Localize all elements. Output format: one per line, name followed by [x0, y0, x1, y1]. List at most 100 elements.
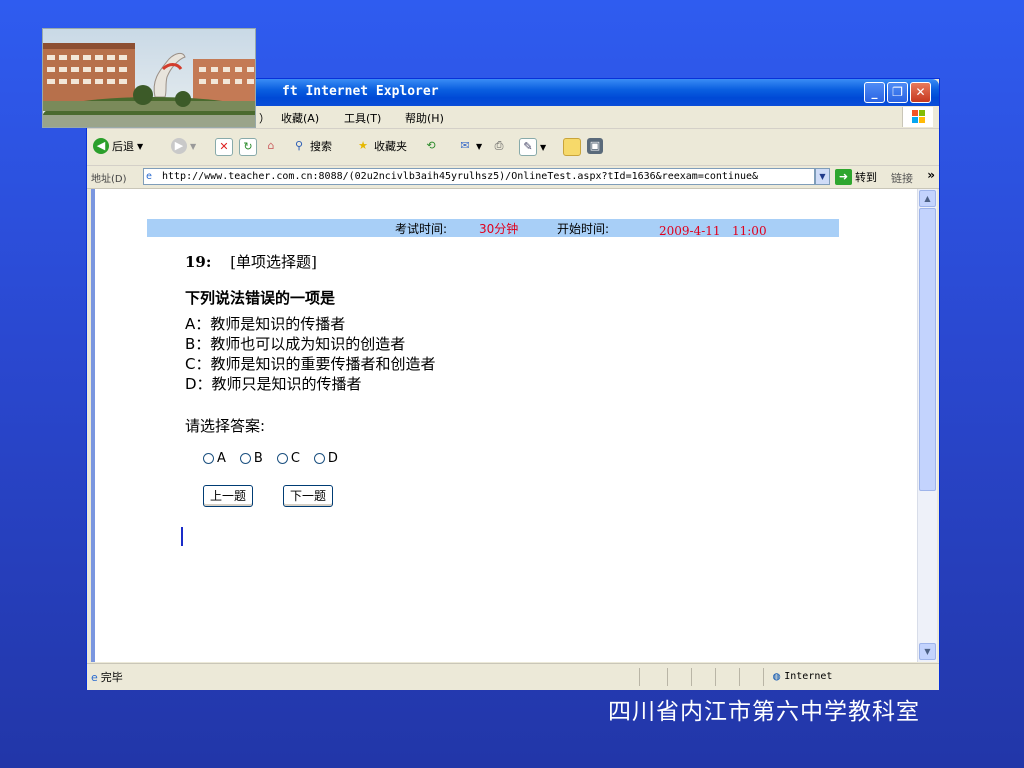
folder-icon — [563, 138, 581, 156]
footer-caption: 四川省内江市第六中学教科室 — [608, 699, 920, 725]
next-question-button[interactable]: 下一题 — [283, 485, 334, 507]
menu-item-view[interactable]: ） — [259, 110, 270, 126]
radio-a-circle-icon[interactable] — [203, 453, 214, 464]
stop-icon: ✕ — [215, 138, 233, 156]
scroll-down-icon[interactable]: ▼ — [919, 643, 936, 660]
search-icon: ⚲ — [294, 139, 304, 152]
page-content: 考试时间: 30分钟 开始时间: 2009-4-11 11:00 19: [单项… — [91, 189, 917, 662]
minimize-button[interactable]: _ — [864, 82, 885, 103]
home-icon: ⌂ — [267, 139, 275, 152]
question-stem: 下列说法错误的一项是 — [185, 289, 336, 307]
maximize-button[interactable]: ❐ — [887, 82, 908, 103]
school-campus-photo — [42, 28, 256, 128]
radio-choice-b[interactable]: B — [239, 451, 263, 466]
address-label: 地址(D) — [91, 174, 127, 185]
go-arrow-icon: ➜ — [835, 169, 852, 185]
radio-b-circle-icon[interactable] — [239, 453, 251, 464]
mail-button[interactable]: ✉ ▼ — [457, 138, 482, 154]
option-d-text: D：教师只是知识的传播者 — [185, 375, 362, 393]
star-icon: ★ — [358, 139, 368, 152]
forward-dropdown-icon: ▼ — [190, 141, 197, 151]
radio-choice-a[interactable]: A — [203, 451, 226, 466]
chevron-more-icon[interactable]: » — [927, 168, 935, 182]
security-zone: ◍ Internet — [773, 669, 832, 683]
status-left: e 完毕 — [91, 669, 123, 685]
menu-item-help[interactable]: 帮助(H) — [405, 110, 444, 126]
radio-c-label: C — [290, 451, 300, 466]
radio-choice-c[interactable]: C — [276, 451, 300, 466]
radio-d-label: D — [327, 451, 338, 466]
window-title: ft Internet Explorer — [282, 84, 439, 99]
question-number: 19: — [185, 253, 212, 271]
home-button[interactable]: ⌂ — [263, 138, 279, 154]
back-dropdown-icon: ▼ — [137, 141, 144, 151]
close-button[interactable]: ✕ — [910, 82, 931, 103]
page-status-icon: e — [91, 670, 98, 684]
radio-c-circle-icon[interactable] — [276, 453, 288, 464]
mail-icon: ✉ — [460, 139, 470, 152]
back-button[interactable]: ◀ 后退 ▼ — [93, 138, 143, 154]
menu-item-favorites[interactable]: 收藏(A) — [281, 110, 319, 126]
back-label: 后退 — [112, 140, 134, 153]
start-time-label: 开始时间: — [557, 222, 610, 236]
address-bar: 地址(D) e http://www.teacher.com.cn:8088/(… — [87, 166, 939, 189]
page-icon: e — [146, 171, 153, 182]
edit-icon: ✎ — [519, 138, 537, 156]
search-button[interactable]: ⚲ 搜索 — [291, 138, 332, 154]
menu-item-tools[interactable]: 工具(T) — [344, 110, 381, 126]
radio-a-label: A — [217, 451, 226, 466]
forward-button[interactable]: ▶ ▼ — [171, 138, 196, 154]
go-label: 转到 — [855, 171, 877, 184]
text-caret — [181, 527, 183, 546]
option-c-text: C：教师是知识的重要传播者和创造者 — [185, 355, 436, 373]
radio-choice-d[interactable]: D — [313, 451, 338, 466]
edit-button[interactable]: ✎ ▼ — [519, 138, 546, 156]
status-divider — [639, 668, 640, 686]
address-url: http://www.teacher.com.cn:8088/(02u2nciv… — [162, 171, 759, 182]
edit-dropdown-icon: ▼ — [540, 142, 547, 152]
messenger-icon: ▣ — [587, 138, 603, 154]
option-a-text: A：教师是知识的传播者 — [185, 315, 346, 333]
browser-window: ft Internet Explorer _ ❐ ✕ ） 收藏(A) 工具(T)… — [86, 78, 940, 690]
address-field[interactable]: e http://www.teacher.com.cn:8088/(02u2nc… — [143, 168, 815, 185]
address-dropdown-icon[interactable]: ▼ — [815, 168, 830, 185]
answer-prompt: 请选择答案: — [185, 417, 266, 435]
status-divider — [691, 668, 692, 686]
messenger-button[interactable]: ▣ — [587, 138, 603, 154]
favorites-label: 收藏夹 — [374, 140, 407, 153]
status-divider — [715, 668, 716, 686]
answer-choices: A B C D — [203, 451, 338, 466]
prev-question-button[interactable]: 上一题 — [203, 485, 254, 507]
status-text: 完毕 — [100, 671, 123, 684]
stop-button[interactable]: ✕ — [215, 138, 233, 156]
go-button[interactable]: ➜ 转到 — [835, 169, 877, 185]
folder-button[interactable] — [563, 138, 581, 156]
option-b-text: B：教师也可以成为知识的创造者 — [185, 335, 406, 353]
print-icon: ⎙ — [494, 139, 504, 152]
status-divider — [739, 668, 740, 686]
zone-label: Internet — [784, 670, 833, 682]
history-icon: ⟲ — [426, 139, 436, 152]
scroll-thumb[interactable] — [919, 208, 936, 491]
vertical-scrollbar[interactable]: ▲ ▼ — [917, 189, 937, 662]
back-arrow-icon: ◀ — [93, 138, 109, 154]
scroll-up-icon[interactable]: ▲ — [919, 190, 936, 207]
forward-arrow-icon: ▶ — [171, 138, 187, 154]
refresh-icon: ↻ — [239, 138, 257, 156]
print-button[interactable]: ⎙ — [491, 138, 507, 154]
history-button[interactable]: ⟲ — [423, 138, 439, 154]
mail-dropdown-icon: ▼ — [476, 141, 483, 151]
status-divider — [763, 668, 764, 686]
refresh-button[interactable]: ↻ — [239, 138, 257, 156]
favorites-button[interactable]: ★ 收藏夹 — [355, 138, 407, 154]
start-time-value: 2009-4-11 11:00 — [659, 224, 767, 238]
radio-d-circle-icon[interactable] — [313, 453, 325, 464]
exam-time-label: 考试时间: — [395, 222, 448, 236]
exam-info-bar: 考试时间: 30分钟 开始时间: 2009-4-11 11:00 — [147, 219, 839, 238]
question-type: [单项选择题] — [230, 253, 317, 271]
links-button[interactable]: 链接 — [891, 170, 913, 186]
toolbar: ◀ 后退 ▼ ▶ ▼ ✕ ↻ ⌂ ⚲ 搜索 ★ 收藏夹 ⟲ ✉ ▼ ⎙ ✎ ▼ … — [87, 129, 939, 166]
globe-icon: ◍ — [773, 669, 781, 683]
radio-b-label: B — [253, 451, 263, 466]
exam-time-value: 30分钟 — [479, 222, 519, 236]
